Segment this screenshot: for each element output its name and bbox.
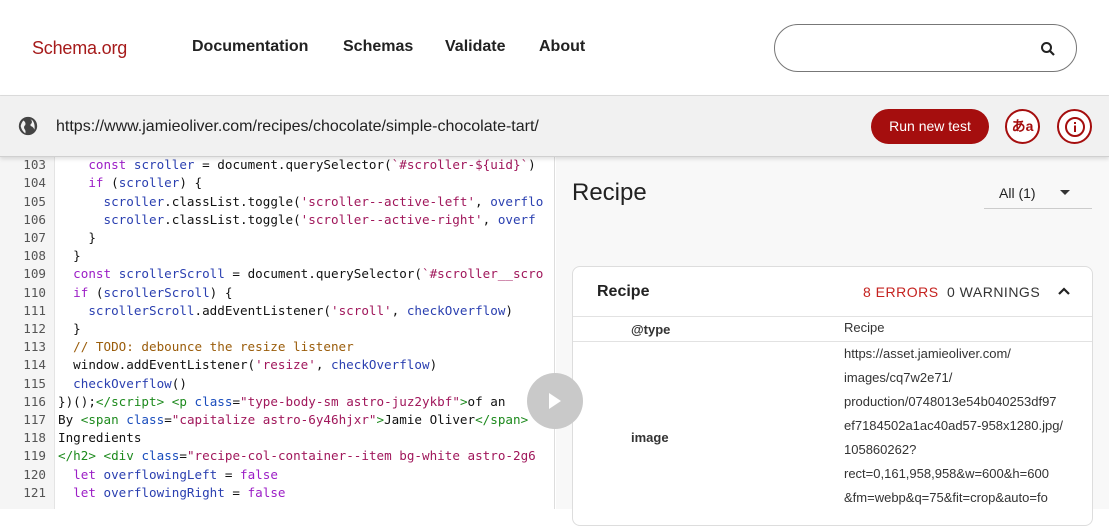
line-number: 111 bbox=[23, 302, 46, 318]
warning-count: 0 WARNINGS bbox=[947, 284, 1041, 300]
code-line: 107 } bbox=[0, 229, 554, 247]
code-text: } bbox=[58, 321, 81, 336]
code-line: 105 scroller.classList.toggle('scroller-… bbox=[0, 193, 554, 211]
code-line: 113 // TODO: debounce the resize listene… bbox=[0, 338, 554, 356]
error-count: 8 ERRORS bbox=[863, 284, 939, 300]
code-text: // TODO: debounce the resize listener bbox=[73, 339, 354, 355]
code-line: 111 scrollerScroll.addEventListener('scr… bbox=[0, 302, 554, 320]
play-button[interactable] bbox=[527, 373, 583, 429]
line-number: 105 bbox=[23, 193, 46, 209]
code-text: </h2> <div class="recipe-col-container--… bbox=[58, 448, 536, 464]
code-line: 109 const scrollerScroll = document.quer… bbox=[0, 265, 554, 283]
image-url-line: https://asset.jamieoliver.com/ bbox=[844, 346, 1011, 361]
chevron-up-icon[interactable] bbox=[1057, 284, 1071, 298]
line-number: 104 bbox=[23, 175, 46, 191]
code-line: 115 checkOverflow() bbox=[0, 375, 554, 393]
line-number: 109 bbox=[23, 266, 46, 282]
code-text: const scrollerScroll = document.querySel… bbox=[73, 266, 544, 282]
tested-url[interactable]: https://www.jamieoliver.com/recipes/choc… bbox=[56, 118, 539, 136]
code-text: if (scrollerScroll) { bbox=[73, 284, 233, 300]
code-line: 108 } bbox=[0, 247, 554, 265]
line-number: 106 bbox=[23, 211, 46, 227]
line-number: 116 bbox=[23, 393, 46, 409]
code-line: 114 window.addEventListener('resize', ch… bbox=[0, 356, 554, 374]
code-line: 112 } bbox=[0, 320, 554, 338]
code-text: let overflowingLeft = false bbox=[73, 466, 278, 482]
code-line: 103 const scroller = document.querySelec… bbox=[0, 156, 554, 174]
image-url-line: 105860262? bbox=[844, 442, 917, 457]
tested-url-bar: https://www.jamieoliver.com/recipes/choc… bbox=[0, 96, 1109, 157]
nav-validate[interactable]: Validate bbox=[445, 38, 505, 56]
search-icon[interactable] bbox=[1040, 41, 1056, 57]
nav-schemas[interactable]: Schemas bbox=[343, 38, 413, 56]
code-text: } bbox=[58, 230, 96, 245]
info-icon bbox=[1064, 116, 1085, 137]
image-url-line: production/0748013e54b040253df97 bbox=[844, 394, 1057, 409]
code-text: } bbox=[58, 248, 81, 264]
property-value: https://asset.jamieoliver.com/ images/cq… bbox=[844, 342, 1063, 510]
line-number: 112 bbox=[23, 321, 46, 336]
code-line: 119 </h2> <div class="recipe-col-containe… bbox=[0, 447, 554, 465]
code-text: window.addEventListener('resize', checkO… bbox=[58, 357, 438, 373]
results-title: Recipe bbox=[572, 179, 647, 206]
line-number: 108 bbox=[23, 248, 46, 264]
nav-documentation[interactable]: Documentation bbox=[192, 38, 308, 56]
code-text: })();</script> <p class="type-body-sm as… bbox=[58, 393, 506, 409]
image-url-line: images/cq7w2e71/ bbox=[844, 370, 953, 385]
line-number: 115 bbox=[23, 375, 46, 391]
code-text: if (scroller) { bbox=[88, 175, 203, 191]
code-text: scrollerScroll.addEventListener('scroll'… bbox=[88, 302, 513, 318]
code-text: By <span class="capitalize astro-6y46hjx… bbox=[58, 412, 529, 427]
code-line: 106 scroller.classList.toggle('scroller-… bbox=[0, 211, 554, 229]
line-number: 107 bbox=[23, 230, 46, 245]
run-new-test-button[interactable]: Run new test bbox=[871, 109, 989, 144]
code-line: 104 if (scroller) { bbox=[0, 174, 554, 192]
line-number: 117 bbox=[23, 412, 46, 427]
property-name: @type bbox=[631, 322, 671, 337]
filter-value: All (1) bbox=[999, 185, 1036, 201]
image-url-line: &fm=webp&q=75&fit=crop&auto=fo bbox=[844, 490, 1048, 505]
code-text: const scroller = document.querySelector(… bbox=[88, 157, 536, 173]
code-text: scroller.classList.toggle('scroller--act… bbox=[103, 211, 536, 227]
line-number: 119 bbox=[23, 448, 46, 464]
site-logo[interactable]: Schema.org bbox=[32, 38, 127, 59]
code-text: checkOverflow() bbox=[73, 375, 187, 391]
line-number: 110 bbox=[23, 284, 46, 300]
results-panel: Recipe All (1) Recipe 8 ERRORS 0 WARNING… bbox=[556, 157, 1109, 526]
nav-about[interactable]: About bbox=[539, 38, 585, 56]
play-icon bbox=[549, 393, 561, 409]
code-line: 117 By <span class="capitalize astro-6y46… bbox=[0, 411, 554, 429]
code-line: 110 if (scrollerScroll) { bbox=[0, 284, 554, 302]
site-header: Schema.org Documentation Schemas Validat… bbox=[0, 0, 1109, 96]
globe-icon bbox=[18, 116, 38, 136]
line-number: 120 bbox=[23, 466, 46, 482]
code-line: 118 Ingredients bbox=[0, 429, 554, 447]
code-text: let overflowingRight = false bbox=[73, 484, 286, 500]
code-text: Ingredients bbox=[58, 430, 142, 446]
caret-down-icon bbox=[1060, 190, 1070, 195]
line-number: 114 bbox=[23, 357, 46, 373]
code-text: scroller.classList.toggle('scroller--act… bbox=[103, 193, 544, 209]
code-line: 120 let overflowingLeft = false bbox=[0, 466, 554, 484]
recipe-result-card: Recipe 8 ERRORS 0 WARNINGS @type Recipe … bbox=[572, 266, 1093, 526]
image-url-line: rect=0,161,958,958&w=600&h=600 bbox=[844, 466, 1049, 481]
line-number: 118 bbox=[23, 430, 46, 446]
property-name: image bbox=[631, 430, 669, 445]
image-url-line: ef7184502a1ac40ad57-958x1280.jpg/ bbox=[844, 418, 1064, 433]
results-filter-dropdown[interactable]: All (1) bbox=[984, 179, 1092, 209]
search-input[interactable] bbox=[774, 24, 1077, 72]
card-title[interactable]: Recipe bbox=[597, 283, 649, 301]
language-button[interactable]: あa bbox=[1005, 109, 1040, 144]
line-number: 113 bbox=[23, 339, 46, 355]
property-value: Recipe bbox=[844, 320, 885, 335]
line-number: 103 bbox=[23, 157, 46, 173]
row-divider bbox=[573, 316, 1092, 317]
info-button[interactable] bbox=[1057, 109, 1092, 144]
source-code-panel[interactable]: 102 const updateOverflowClasses = () => … bbox=[0, 147, 555, 509]
code-line: 116 })();</script> <p class="type-body-sm… bbox=[0, 393, 554, 411]
line-number: 121 bbox=[23, 484, 46, 500]
code-line: 121 let overflowingRight = false bbox=[0, 484, 554, 502]
